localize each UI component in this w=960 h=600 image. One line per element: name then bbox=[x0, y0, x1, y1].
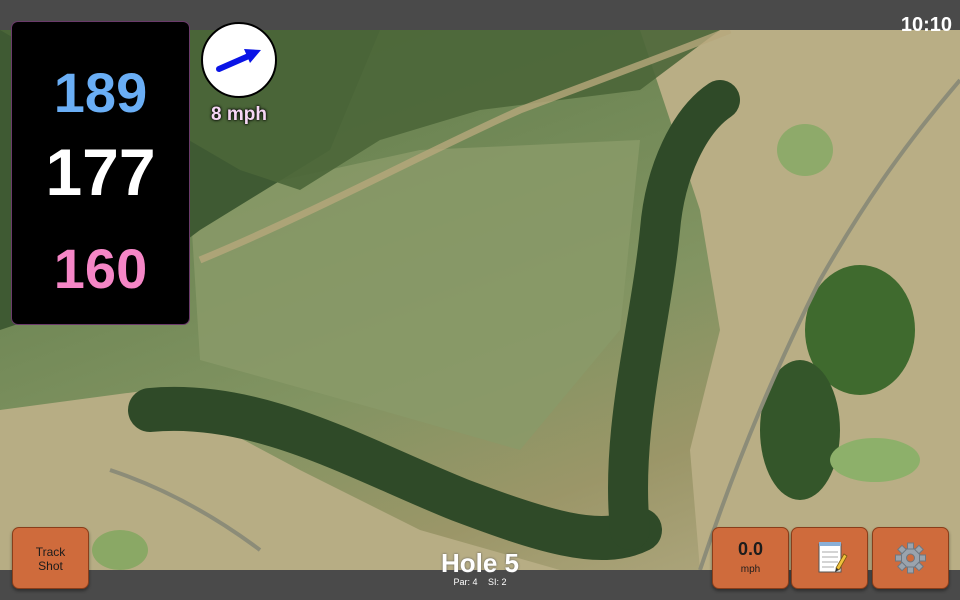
speed-unit: mph bbox=[740, 564, 761, 575]
front-distance: 160 bbox=[53, 237, 148, 300]
notes-button[interactable] bbox=[791, 527, 868, 589]
hole-meta: Par: 4 SI: 2 bbox=[380, 577, 580, 587]
middle-distance: 177 bbox=[45, 135, 156, 209]
track-shot-button[interactable]: Track Shot bbox=[12, 527, 89, 589]
wind-arrow-icon bbox=[216, 49, 261, 72]
back-distance: 189 bbox=[53, 61, 148, 124]
track-shot-label-1: Track bbox=[35, 545, 66, 559]
speed-value: 0.0 bbox=[737, 539, 764, 559]
clock: 10:10 bbox=[900, 14, 952, 36]
notepad-icon bbox=[818, 542, 848, 573]
track-shot-label-2: Shot bbox=[38, 559, 63, 573]
wind-speed: 8 mph bbox=[211, 104, 267, 125]
hole-par: Par: 4 bbox=[453, 577, 478, 587]
hole-stroke-index: SI: 2 bbox=[488, 577, 507, 587]
wind-indicator bbox=[201, 22, 277, 98]
distance-panel: 189 177 160 bbox=[12, 22, 189, 324]
gear-icon bbox=[895, 542, 926, 574]
hole-title: Hole 5 bbox=[440, 548, 520, 578]
speed-button[interactable]: 0.0 mph bbox=[712, 527, 789, 589]
settings-button[interactable] bbox=[872, 527, 949, 589]
